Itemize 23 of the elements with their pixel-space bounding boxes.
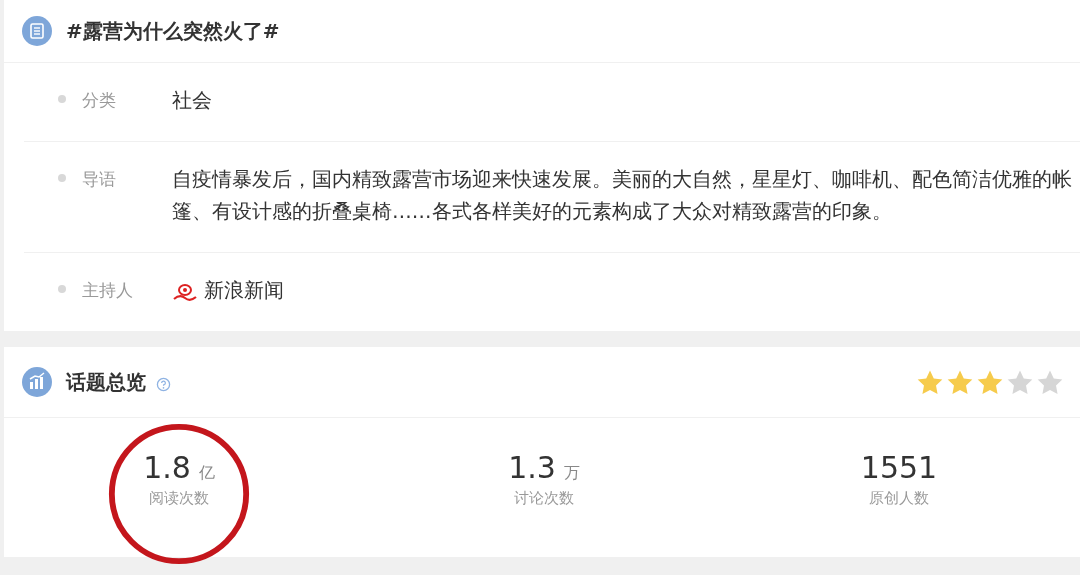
bullet-icon [58,174,66,182]
field-value: 社会 [172,88,213,114]
stat-number: 1.8 [143,450,191,485]
help-icon[interactable] [156,376,171,392]
stat-number: 1.3 [508,450,556,485]
document-icon [22,16,52,46]
chart-icon [22,367,52,397]
stat-unit: 万 [563,463,580,484]
stat-label: 讨论次数 [514,489,574,508]
field-label: 分类 [82,89,117,112]
logo-icon [172,282,198,302]
bullet-icon [58,95,66,103]
overview-title: 话题总览 [66,368,146,396]
stat-label: 原创人数 [869,489,929,508]
stat-unit: 亿 [198,463,215,484]
field-label: 导语 [82,168,117,191]
stat-number: 1551 [860,450,938,485]
field-label: 主持人 [82,279,134,302]
bullet-icon [58,285,66,293]
host-name[interactable]: 新浪新闻 [204,275,284,307]
topic-title: #露营为什么突然火了# [66,17,280,45]
stat-label: 阅读次数 [149,489,209,508]
field-value: 自疫情暴发后，国内精致露营市场迎来快速发展。美丽的大自然，星星灯、咖啡机、配色简洁优雅的帐篷、有设计感的折叠桌椅……各式各样美好的元素构成了大众对精致露营的印象。 [172,167,1073,225]
